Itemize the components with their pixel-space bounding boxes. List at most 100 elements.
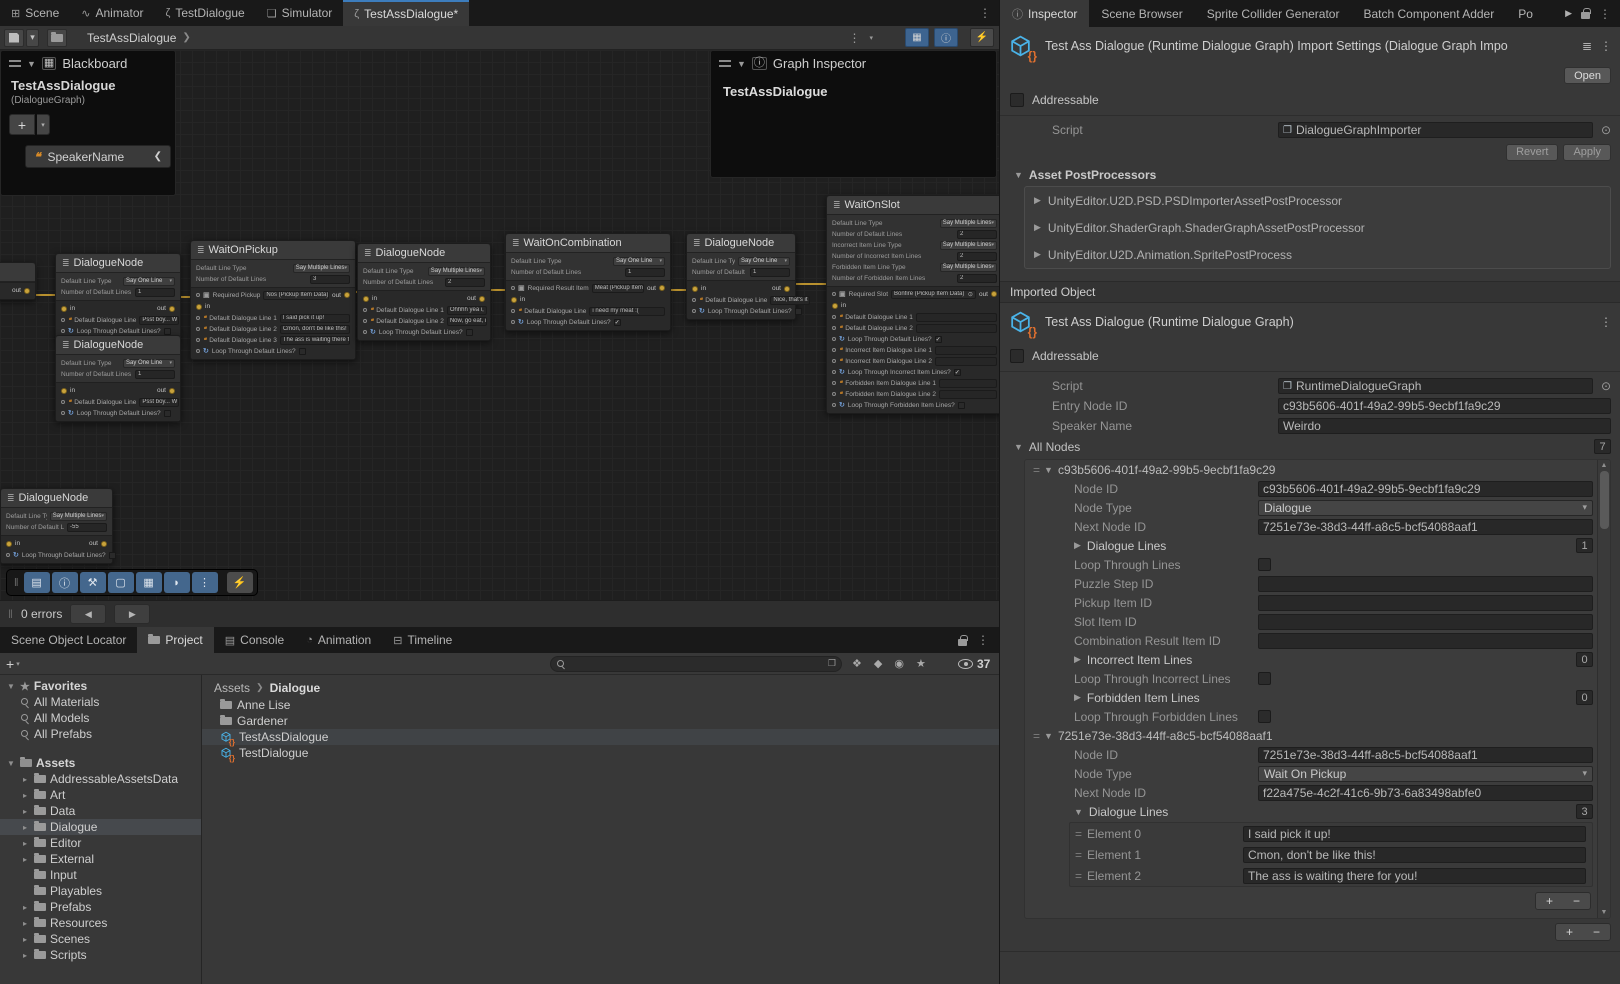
- folder-item-dialogue[interactable]: ▸Dialogue: [0, 819, 201, 835]
- graph-node-dialoguenode[interactable]: ≣DialogueNodeDefault Line TypeSay One Li…: [686, 233, 796, 320]
- forbidden-item-line-type-dropdown[interactable]: Say Multiple Lines▾: [940, 263, 997, 272]
- folder-item-resources[interactable]: ▸Resources: [0, 915, 201, 931]
- graph-inspector-toggle-button[interactable]: ⓘ: [934, 28, 958, 47]
- scroll-up-icon[interactable]: ▲: [1601, 460, 1608, 471]
- input-port[interactable]: in: [363, 295, 377, 302]
- foldout-arrow-icon[interactable]: ▼: [6, 759, 16, 768]
- drag-handle-icon[interactable]: =: [1075, 869, 1081, 883]
- postprocessor-item[interactable]: ▶UnityEditor.ShaderGraph.ShaderGraphAsse…: [1025, 214, 1610, 241]
- inspector-tab-inspector[interactable]: ⓘInspector: [1000, 0, 1089, 27]
- tree-arrow-icon[interactable]: ▸: [20, 855, 30, 864]
- node-titlebar[interactable]: ≣WaitOnSlot: [827, 196, 999, 215]
- line-field[interactable]: [939, 379, 997, 388]
- filter-by-type-icon[interactable]: ❖: [852, 657, 862, 670]
- line-field[interactable]: I said pick it up!: [280, 314, 350, 323]
- object-picker-icon[interactable]: ⊙: [1601, 379, 1611, 393]
- all-nodes-count[interactable]: 7: [1594, 439, 1611, 454]
- drag-handle-icon[interactable]: =: [1075, 827, 1081, 841]
- checkbox[interactable]: [1258, 710, 1271, 723]
- foldout-arrow-icon[interactable]: ▼: [1014, 442, 1023, 452]
- default-line-type-dropdown[interactable]: Say Multiple Lines▾: [940, 219, 997, 228]
- input-port[interactable]: in: [196, 303, 210, 310]
- foldout-arrow-icon[interactable]: ▼: [6, 682, 16, 691]
- drag-grip-icon[interactable]: [719, 60, 731, 67]
- output-port[interactable]: out: [772, 285, 790, 292]
- add-property-button[interactable]: +: [9, 114, 35, 135]
- default-line-type-dropdown[interactable]: Say Multiple Lines▾: [293, 264, 350, 273]
- window-tab-testassdialogue[interactable]: ζTestAssDialogue*: [343, 0, 469, 26]
- array-count-badge[interactable]: 0: [1576, 690, 1593, 705]
- panel-kebab-icon[interactable]: ⋮: [977, 633, 989, 647]
- folder-item-data[interactable]: ▸Data: [0, 803, 201, 819]
- array-count-badge[interactable]: 1: [1576, 538, 1593, 553]
- save-dropdown-button[interactable]: ▾: [26, 29, 39, 47]
- line-field[interactable]: Cmon, don't be like this!: [280, 325, 350, 334]
- previous-error-button[interactable]: ◀: [70, 604, 106, 624]
- dialogue-lines-foldout[interactable]: ▶Dialogue Lines1: [1074, 538, 1593, 553]
- puzzle-step-id-field[interactable]: [1258, 576, 1593, 592]
- input-port[interactable]: in: [511, 296, 525, 303]
- node-list-button[interactable]: ▤: [24, 572, 50, 593]
- node-section-header[interactable]: =▼c93b5606-401f-49a2-99b5-9ecbf1fa9c29: [1025, 460, 1597, 479]
- visibility-eye-icon[interactable]: [958, 659, 973, 669]
- pickup-item-id-field[interactable]: [1258, 595, 1593, 611]
- graph-node-waitonpickup[interactable]: ≣WaitOnPickupDefault Line TypeSay Multip…: [190, 240, 356, 360]
- object-field[interactable]: Bonfire (Pickup Item Data)⊙: [891, 290, 976, 299]
- tree-arrow-icon[interactable]: ▸: [20, 807, 30, 816]
- project-search[interactable]: ❐: [550, 656, 842, 672]
- apply-button[interactable]: Apply: [1563, 144, 1611, 161]
- graph-toolbar-dropdown-icon[interactable]: ▾: [866, 34, 876, 42]
- number-of-forbidden-item-lines-field[interactable]: 2: [957, 274, 997, 283]
- filter-by-label-icon[interactable]: ◆: [874, 657, 882, 670]
- header-kebab-icon[interactable]: ⋮: [1600, 39, 1612, 67]
- line-field[interactable]: i need my meat :(: [589, 307, 665, 316]
- checkbox[interactable]: ✓: [954, 369, 961, 376]
- window-tab-animator[interactable]: ∿Animator: [70, 0, 154, 26]
- node-titlebar[interactable]: ≣DialogueNode: [56, 336, 180, 355]
- blackboard-toggle-button[interactable]: ▦: [905, 28, 929, 47]
- drag-handle-icon[interactable]: =: [1033, 463, 1039, 477]
- tree-arrow-icon[interactable]: ▸: [20, 951, 30, 960]
- breadcrumb-current[interactable]: Dialogue: [270, 681, 321, 695]
- output-port[interactable]: out: [467, 295, 485, 302]
- file-item-testdialogue[interactable]: {}TestDialogue: [202, 745, 999, 761]
- graph-toolbar-kebab-icon[interactable]: ⋮: [845, 31, 863, 45]
- assets-header[interactable]: ▼ Assets: [0, 755, 201, 771]
- array-count-badge[interactable]: 3: [1576, 804, 1593, 819]
- output-port[interactable]: out: [157, 387, 175, 394]
- default-line-type-dropdown[interactable]: Say One Line▾: [613, 257, 665, 266]
- number-of-default-lines-field[interactable]: 1: [135, 370, 175, 379]
- output-port[interactable]: out: [647, 285, 665, 292]
- breadcrumb-assets[interactable]: Assets: [214, 681, 250, 695]
- line-field[interactable]: Nice, that's it: [770, 296, 810, 305]
- drag-grip-icon[interactable]: [9, 60, 21, 67]
- scroll-down-icon[interactable]: ▼: [1601, 907, 1608, 918]
- element-field[interactable]: The ass is waiting there for you!: [1243, 868, 1586, 884]
- blackboard-property-speakername[interactable]: ❝ SpeakerName ❮: [25, 145, 171, 168]
- folder-item-editor[interactable]: ▸Editor: [0, 835, 201, 851]
- line-field[interactable]: Now, go eat, i: [447, 317, 487, 326]
- tree-arrow-icon[interactable]: ▸: [20, 903, 30, 912]
- graph-info-button[interactable]: ⓘ: [52, 572, 78, 593]
- node-titlebar[interactable]: ≣DialogueNode: [56, 254, 180, 273]
- number-of-default-lines-field[interactable]: 1: [135, 288, 175, 297]
- tab-scroll-right-icon[interactable]: ▶: [1565, 8, 1572, 19]
- line-field[interactable]: The ass is waiting there for y: [280, 336, 350, 345]
- node-id-field[interactable]: 7251e73e-38d3-44ff-a8c5-bcf54088aaf1: [1258, 747, 1593, 763]
- drag-handle-icon[interactable]: =: [1033, 729, 1039, 743]
- default-line-type-dropdown[interactable]: Say Multiple Lines▾: [428, 267, 485, 276]
- window-tab-testdialogue[interactable]: ζTestDialogue: [155, 0, 256, 26]
- nodes-scrollbar[interactable]: ▲ ▼: [1597, 460, 1610, 918]
- node-titlebar[interactable]: ≣StartNode: [0, 263, 35, 282]
- node-titlebar[interactable]: ≣DialogueNode: [687, 234, 795, 253]
- error-bar-grip-icon[interactable]: ‖: [8, 607, 13, 621]
- incorrect-item-line-type-dropdown[interactable]: Say Multiple Lines▾: [940, 241, 997, 250]
- forbidden-item-lines-foldout[interactable]: ▶Forbidden Item Lines0: [1074, 690, 1593, 705]
- inspector-tab-po[interactable]: Po: [1506, 0, 1545, 27]
- line-field[interactable]: [939, 390, 997, 399]
- folder-item-scripts[interactable]: ▸Scripts: [0, 947, 201, 963]
- next-error-button[interactable]: ▶: [114, 604, 150, 624]
- number-of-incorrect-item-lines-field[interactable]: 2: [957, 252, 997, 261]
- search-input[interactable]: [570, 658, 824, 670]
- remove-element-button[interactable]: −: [1563, 893, 1590, 909]
